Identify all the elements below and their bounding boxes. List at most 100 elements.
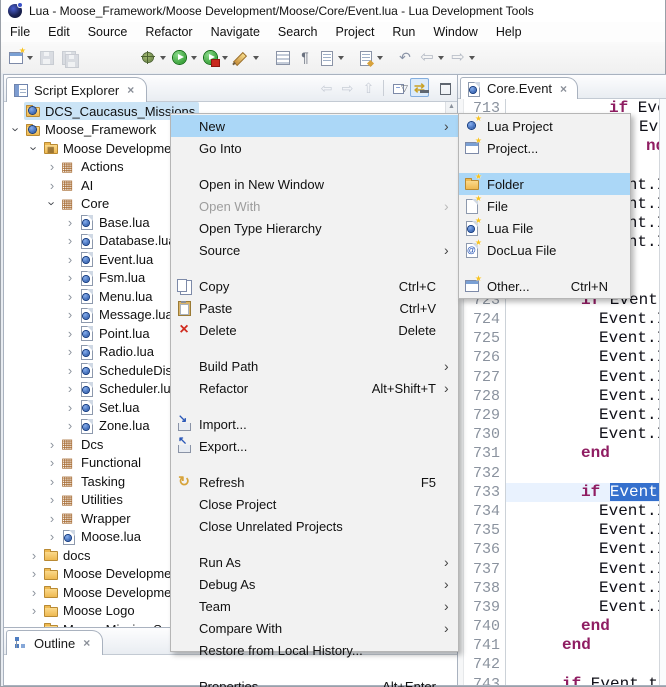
chevron-closed-icon[interactable]: › <box>62 345 78 358</box>
chevron-open-icon[interactable]: › <box>46 196 59 212</box>
menu-project[interactable]: Project <box>327 23 384 41</box>
tree-item-content[interactable]: ▦Utilities <box>60 491 127 509</box>
new-submenu-item-project[interactable]: ★Project... <box>459 137 630 159</box>
close-tab-icon[interactable]: × <box>127 83 134 97</box>
tree-item-content[interactable]: Set.lua <box>78 398 143 416</box>
tree-item-content[interactable]: Event.lua <box>78 250 157 268</box>
chevron-closed-icon[interactable]: › <box>62 327 78 340</box>
forward-button[interactable]: ⇨ <box>448 46 477 70</box>
tree-item-content[interactable]: ▦AI <box>60 176 97 194</box>
chevron-closed-icon[interactable]: › <box>44 530 60 543</box>
chevron-closed-icon[interactable]: › <box>44 493 60 506</box>
view-menu-button[interactable]: ▽ <box>395 78 414 97</box>
tree-item-content[interactable]: Menu.lua <box>78 287 156 305</box>
chevron-closed-icon[interactable]: › <box>62 364 78 377</box>
menu-run[interactable]: Run <box>383 23 424 41</box>
dropdown-arrow-icon[interactable] <box>27 56 33 60</box>
mark-occurrences-button[interactable] <box>273 46 293 70</box>
new-submenu-item-doclua-file[interactable]: @★DocLua File <box>459 239 630 261</box>
tree-item-content[interactable]: ▦Functional <box>60 454 145 472</box>
context-menu-item-new[interactable]: New› <box>171 115 458 137</box>
chevron-closed-icon[interactable]: › <box>62 253 78 266</box>
dropdown-arrow-icon[interactable] <box>253 56 259 60</box>
overview-ruler[interactable] <box>659 99 666 685</box>
tab-core-event[interactable]: Core.Event × <box>460 77 578 99</box>
chevron-closed-icon[interactable]: › <box>44 456 60 469</box>
chevron-closed-icon[interactable]: › <box>62 382 78 395</box>
minimize-button[interactable] <box>415 78 434 97</box>
show-whitespace-button[interactable]: ¶ <box>295 46 315 70</box>
code-line[interactable]: 735Event.I <box>464 521 660 540</box>
tree-item-content[interactable]: Message.lua <box>78 306 177 324</box>
context-menu-item-close-project[interactable]: Close Project <box>171 493 458 515</box>
menu-help[interactable]: Help <box>487 23 531 41</box>
code-line[interactable]: 738Event.I <box>464 579 660 598</box>
code-line[interactable]: 740end <box>464 617 660 636</box>
dropdown-arrow-icon[interactable] <box>338 56 344 60</box>
tree-item-content[interactable]: ▦Actions <box>60 158 128 176</box>
dropdown-arrow-icon[interactable] <box>377 56 383 60</box>
tree-item-content[interactable]: Base.lua <box>78 213 154 231</box>
view-back-button[interactable]: ⇦ <box>317 78 336 97</box>
tab-outline[interactable]: Outline × <box>6 630 103 655</box>
new-wizard-button[interactable]: ★ <box>6 46 35 70</box>
chevron-closed-icon[interactable]: › <box>62 419 78 432</box>
dropdown-arrow-icon[interactable] <box>469 56 475 60</box>
view-forward-button[interactable]: ⇨ <box>338 78 357 97</box>
chevron-closed-icon[interactable]: › <box>44 179 60 192</box>
prev-annotation-button[interactable] <box>356 46 385 70</box>
new-submenu-item-other[interactable]: ★Other...Ctrl+N <box>459 275 630 297</box>
code-line[interactable]: 724Event.I <box>464 310 660 329</box>
context-menu-item-build-path[interactable]: Build Path› <box>171 355 458 377</box>
context-menu-item-export[interactable]: ↖Export... <box>171 435 458 457</box>
code-line[interactable]: 731end <box>464 444 660 463</box>
tree-item-content[interactable]: docs <box>42 546 94 564</box>
context-menu-item-close-unrelated-projects[interactable]: Close Unrelated Projects <box>171 515 458 537</box>
code-line[interactable]: 726Event.I <box>464 348 660 367</box>
code-line[interactable]: 727Event.I <box>464 368 660 387</box>
last-edit-location-button[interactable]: ↶ <box>395 46 415 70</box>
tree-item-content[interactable]: Moose Mission Se <box>42 620 173 627</box>
context-menu-item-paste[interactable]: PasteCtrl+V <box>171 297 458 319</box>
next-annotation-button[interactable] <box>317 46 346 70</box>
tree-item-content[interactable]: Point.lua <box>78 324 154 342</box>
context-menu-item-debug-as[interactable]: Debug As› <box>171 573 458 595</box>
code-line[interactable]: 742 <box>464 655 660 674</box>
chevron-open-icon[interactable]: › <box>28 140 41 156</box>
context-menu-item-refactor[interactable]: RefactorAlt+Shift+T› <box>171 377 458 399</box>
chevron-closed-icon[interactable]: › <box>44 475 60 488</box>
chevron-closed-icon[interactable]: › <box>62 271 78 284</box>
chevron-closed-icon[interactable]: › <box>62 234 78 247</box>
code-line[interactable]: 730Event.I <box>464 425 660 444</box>
code-line[interactable]: 733if Event. <box>464 483 660 502</box>
chevron-closed-icon[interactable]: › <box>26 567 42 580</box>
chevron-open-icon[interactable]: › <box>10 122 23 138</box>
context-menu-item-go-into[interactable]: Go Into <box>171 137 458 159</box>
code-line[interactable]: 725Event.I <box>464 329 660 348</box>
new-submenu-item-file[interactable]: ★File <box>459 195 630 217</box>
code-line[interactable]: 739Event.I <box>464 598 660 617</box>
tree-item-content[interactable]: Moose Development <box>42 583 186 601</box>
tree-item-content[interactable]: Database.lua <box>78 232 180 250</box>
maximize-button[interactable] <box>435 78 454 97</box>
external-tools-brush-button[interactable] <box>232 46 261 70</box>
context-menu-item-open-in-new-window[interactable]: Open in New Window <box>171 173 458 195</box>
menu-window[interactable]: Window <box>424 23 486 41</box>
dropdown-arrow-icon[interactable] <box>160 56 166 60</box>
tab-script-explorer[interactable]: Script Explorer × <box>6 77 147 102</box>
code-line[interactable]: 734Event.I <box>464 502 660 521</box>
context-menu-item-team[interactable]: Team› <box>171 595 458 617</box>
code-line[interactable]: 728Event.I <box>464 387 660 406</box>
close-tab-icon[interactable]: × <box>560 82 567 96</box>
tree-item-content[interactable]: ▦Core <box>60 195 113 213</box>
chevron-closed-icon[interactable]: › <box>44 160 60 173</box>
tree-item-content[interactable]: ▦Moose Development <box>42 139 186 157</box>
menu-edit[interactable]: Edit <box>39 23 79 41</box>
context-menu-item-copy[interactable]: CopyCtrl+C <box>171 275 458 297</box>
context-menu-item-properties[interactable]: PropertiesAlt+Enter <box>171 675 458 687</box>
code-line[interactable]: 741end <box>464 636 660 655</box>
context-menu-item-refresh[interactable]: ↻RefreshF5 <box>171 471 458 493</box>
new-submenu-item-folder[interactable]: ★Folder <box>459 173 630 195</box>
save-all-button[interactable] <box>59 46 79 70</box>
menu-file[interactable]: File <box>1 23 39 41</box>
